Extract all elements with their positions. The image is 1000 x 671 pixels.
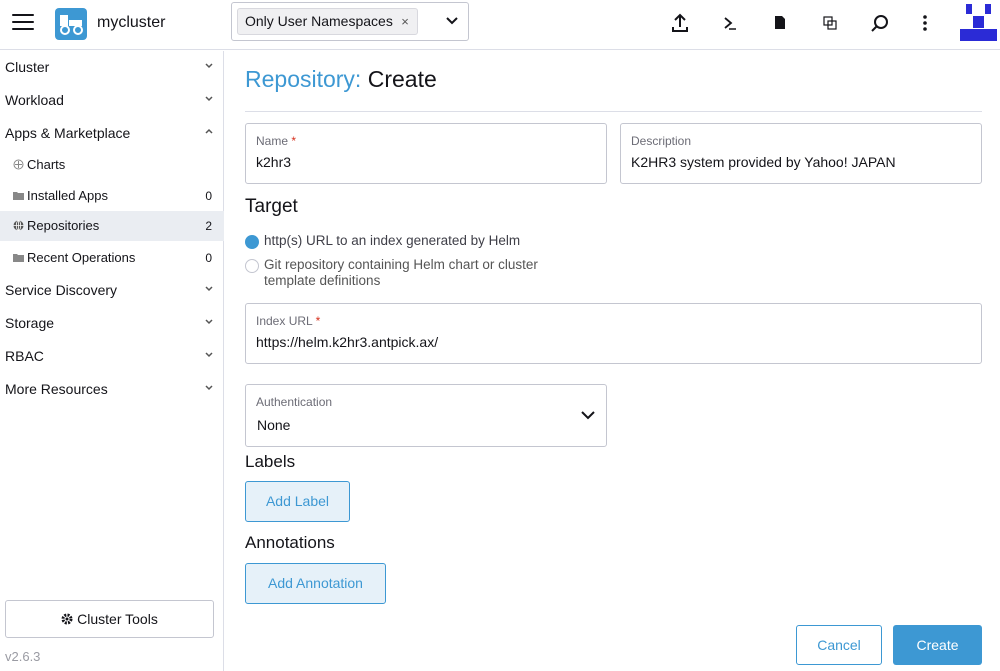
chevron-down-icon	[205, 352, 213, 358]
namespace-chip-label: Only User Namespaces	[245, 13, 393, 29]
nav-group-workload[interactable]: Workload	[0, 85, 224, 115]
folder-icon	[13, 254, 24, 262]
authentication-label: Authentication	[256, 395, 333, 409]
cancel-button[interactable]: Cancel	[796, 625, 882, 665]
sidebar-item-recent-operations[interactable]: Recent Operations 0	[0, 243, 224, 273]
radio-label: Git repository containing Helm chart or …	[264, 257, 538, 288]
sidebar-item-label: Recent Operations	[27, 250, 136, 265]
target-option-git-repository[interactable]: Git repository containing Helm chart or …	[245, 257, 565, 291]
add-annotation-button[interactable]: Add Annotation	[245, 563, 386, 604]
nav-group-service-discovery[interactable]: Service Discovery	[0, 275, 224, 305]
sidebar-item-charts[interactable]: Charts	[0, 150, 224, 180]
copy-kubeconfig-icon[interactable]	[819, 12, 841, 34]
required-mark: *	[291, 134, 297, 148]
description-field-label: Description	[631, 134, 692, 148]
cluster-tools-button[interactable]: Cluster Tools	[5, 600, 214, 638]
chevron-down-icon	[205, 286, 213, 292]
nav-group-label: RBAC	[5, 348, 44, 364]
nav-group-label: More Resources	[5, 381, 108, 397]
nav-group-more-resources[interactable]: More Resources	[0, 374, 224, 404]
page-title: Repository: Create	[245, 66, 437, 93]
labels-heading: Labels	[245, 452, 296, 471]
chevron-down-icon	[581, 411, 595, 420]
top-header: mycluster Only User Namespaces ×	[0, 0, 1000, 50]
folder-icon	[13, 192, 24, 200]
chevron-up-icon	[205, 128, 213, 134]
sidebar-item-label: Repositories	[27, 218, 100, 233]
kubeconfig-download-icon[interactable]	[769, 12, 791, 34]
radio-selected-icon	[245, 235, 259, 249]
radio-label: http(s) URL to an index generated by Hel…	[264, 233, 521, 248]
target-option-helm-index[interactable]: http(s) URL to an index generated by Hel…	[245, 233, 565, 251]
namespace-filter[interactable]: Only User Namespaces ×	[231, 2, 469, 41]
item-count: 0	[205, 189, 212, 203]
title-breadcrumb[interactable]: Repository:	[245, 66, 361, 92]
title-action: Create	[367, 66, 437, 92]
sidebar-item-label: Installed Apps	[27, 188, 108, 203]
item-count: 0	[205, 251, 212, 265]
cluster-logo-icon	[55, 8, 87, 40]
chevron-down-icon	[205, 63, 213, 69]
more-actions-icon[interactable]	[914, 12, 936, 34]
authentication-value: None	[257, 417, 291, 433]
import-yaml-icon[interactable]	[669, 12, 691, 34]
nav-group-label: Workload	[5, 92, 64, 108]
nav-group-apps-marketplace[interactable]: Apps & Marketplace	[0, 118, 224, 148]
nav-group-label: Apps & Marketplace	[5, 125, 131, 141]
add-label-button[interactable]: Add Label	[245, 481, 350, 522]
authentication-select[interactable]: Authentication None	[245, 384, 607, 447]
sidebar-item-label: Charts	[27, 157, 66, 172]
resource-search-icon[interactable]	[869, 12, 891, 34]
kubectl-shell-icon[interactable]	[719, 12, 741, 34]
user-avatar[interactable]	[960, 4, 997, 41]
chevron-down-icon[interactable]	[444, 13, 460, 29]
nav-group-rbac[interactable]: RBAC	[0, 341, 224, 371]
index-url-field-label: Index URL *	[256, 314, 321, 328]
index-url-input[interactable]: https://helm.k2hr3.antpick.ax/	[256, 334, 438, 350]
nav-group-label: Storage	[5, 315, 55, 331]
name-field-label: Name *	[256, 134, 297, 148]
nav-group-label: Cluster	[5, 59, 50, 75]
required-mark: *	[315, 314, 321, 328]
version-label[interactable]: v2.6.3	[5, 649, 40, 664]
description-input[interactable]: K2HR3 system provided by Yahoo! JAPAN	[631, 154, 896, 170]
cluster-tools-label: Cluster Tools	[77, 611, 158, 627]
item-count: 2	[205, 219, 212, 233]
nav-group-storage[interactable]: Storage	[0, 308, 224, 338]
divider	[245, 111, 982, 112]
gear-icon	[61, 613, 73, 625]
menu-icon[interactable]	[12, 14, 34, 32]
description-field[interactable]: Description K2HR3 system provided by Yah…	[620, 123, 982, 184]
sidebar-item-installed-apps[interactable]: Installed Apps 0	[0, 181, 224, 211]
name-field[interactable]: Name * k2hr3	[245, 123, 607, 184]
globe-icon	[13, 220, 24, 231]
namespace-chip: Only User Namespaces ×	[237, 8, 418, 35]
target-heading: Target	[245, 196, 298, 217]
sidebar-item-repositories[interactable]: Repositories 2	[0, 211, 224, 241]
cluster-name: mycluster	[97, 14, 166, 31]
close-icon[interactable]: ×	[401, 9, 409, 34]
name-input[interactable]: k2hr3	[256, 154, 291, 170]
index-url-field[interactable]: Index URL * https://helm.k2hr3.antpick.a…	[245, 303, 982, 364]
nav-group-cluster[interactable]: Cluster	[0, 52, 224, 82]
chevron-down-icon	[205, 319, 213, 325]
chevron-down-icon	[205, 96, 213, 102]
annotations-heading: Annotations	[245, 533, 335, 552]
side-nav: Cluster Workload Apps & Marketplace Char…	[0, 51, 224, 671]
radio-unselected-icon	[245, 259, 259, 273]
chevron-down-icon	[205, 385, 213, 391]
chart-icon	[13, 159, 24, 170]
create-button[interactable]: Create	[893, 625, 982, 665]
nav-group-label: Service Discovery	[5, 282, 118, 298]
